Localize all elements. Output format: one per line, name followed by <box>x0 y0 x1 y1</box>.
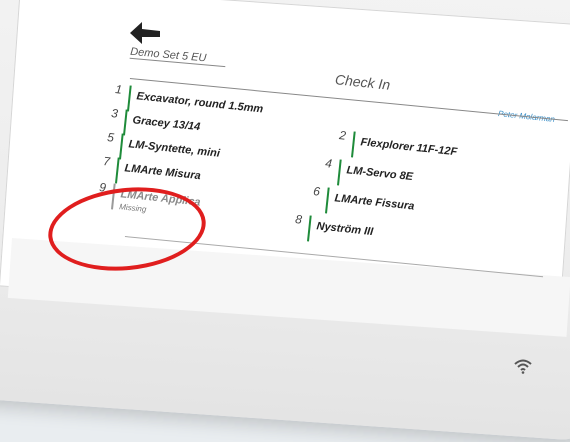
back-arrow-icon[interactable] <box>130 22 162 44</box>
item-number: 2 <box>338 128 347 143</box>
item-number: 6 <box>312 184 321 199</box>
wifi-icon <box>514 359 532 374</box>
item-number: 5 <box>106 130 115 145</box>
item-number: 3 <box>110 106 119 121</box>
item-number: 4 <box>324 156 333 171</box>
item-number: 8 <box>294 212 303 227</box>
item-number: 7 <box>102 154 111 169</box>
